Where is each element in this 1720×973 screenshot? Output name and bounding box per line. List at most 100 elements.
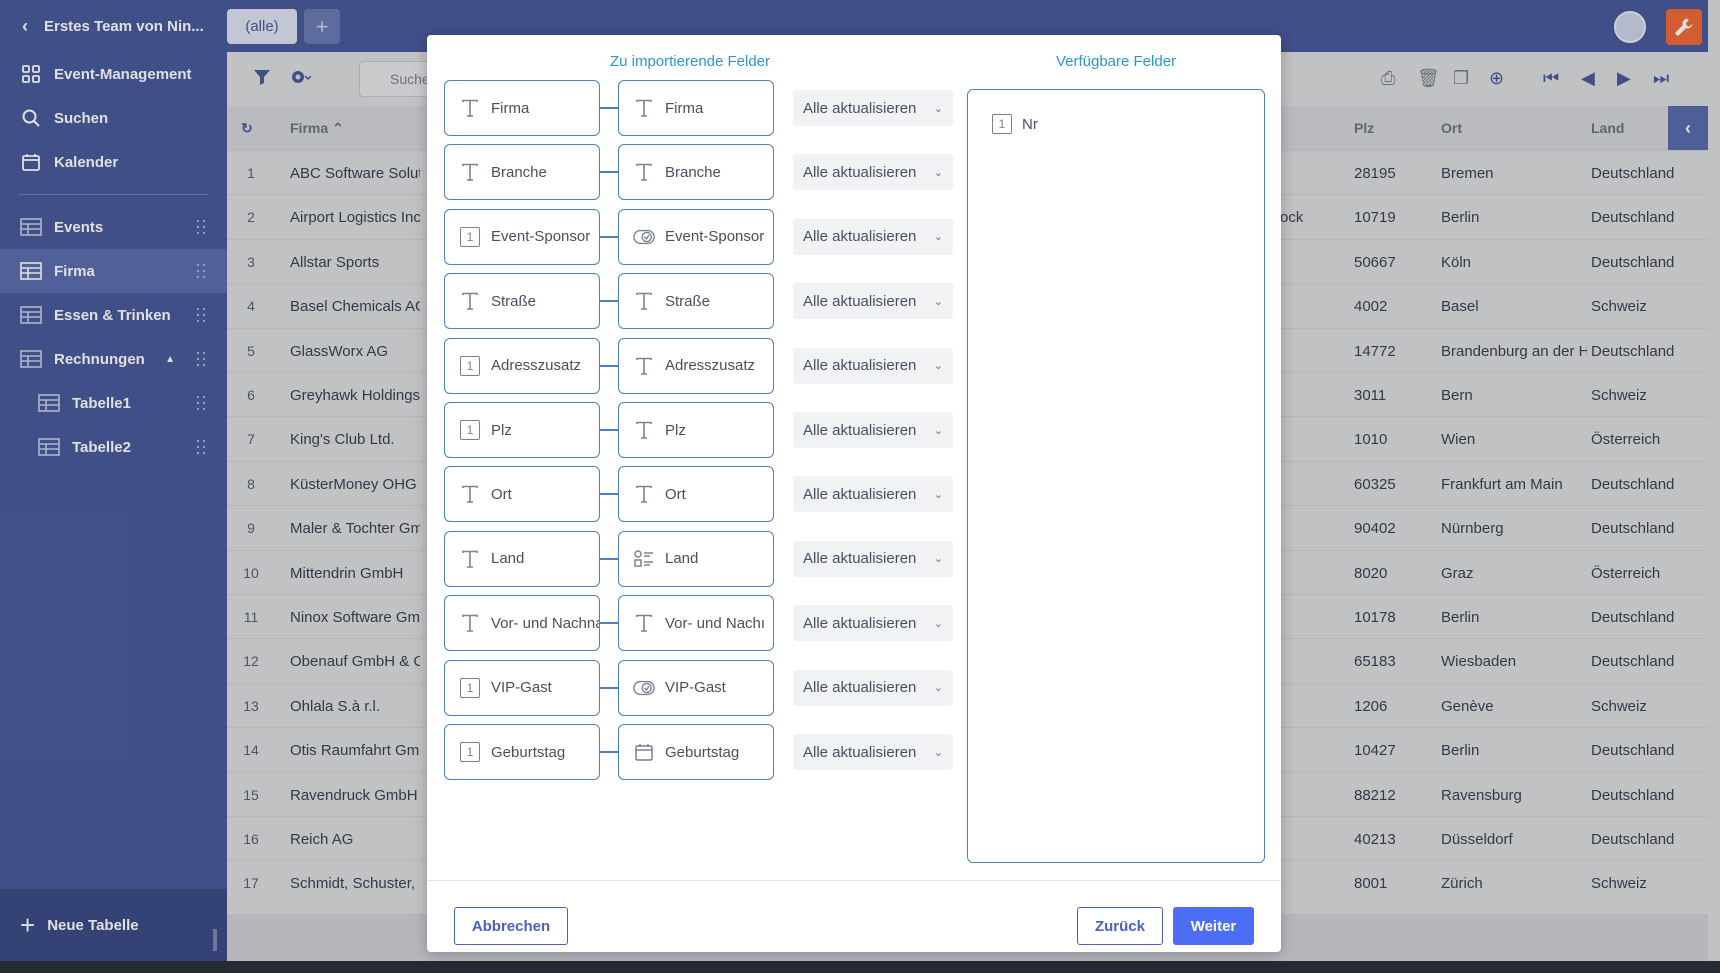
field-mapping-row: Branche Branche Alle aktualisieren ⌄ <box>444 144 964 201</box>
mapping-connector <box>600 235 618 238</box>
source-field-label: Plz <box>491 421 512 439</box>
source-field-label: Geburtstag <box>491 743 566 761</box>
target-field[interactable]: Land <box>618 530 774 587</box>
source-field-label: Event-Sponsor <box>491 228 591 246</box>
source-field[interactable]: Branche <box>444 144 600 201</box>
source-field[interactable]: Straße <box>444 273 600 330</box>
dialog-divider <box>427 880 1281 881</box>
source-field[interactable]: 1 VIP-Gast <box>444 659 600 716</box>
back-button[interactable]: Zurück <box>1077 907 1163 945</box>
chevron-down-icon: ⌄ <box>933 488 943 501</box>
field-mapping-row: 1 Geburtstag Geburtstag Alle aktualisieren ⌄ <box>444 724 964 780</box>
calendar-icon <box>633 741 655 763</box>
chevron-down-icon: ⌄ <box>933 424 943 437</box>
text-icon <box>633 355 655 377</box>
target-field-label: Adresszusatz <box>665 357 756 375</box>
source-field[interactable]: 1 Adresszusatz <box>444 337 600 394</box>
next-button[interactable]: Weiter <box>1173 907 1254 945</box>
number-icon: 1 <box>459 677 481 699</box>
target-field-label: Ort <box>665 485 686 503</box>
update-mode-select[interactable]: Alle aktualisieren ⌄ <box>793 90 953 126</box>
chevron-down-icon: ⌄ <box>933 231 943 244</box>
chevron-down-icon: ⌄ <box>933 553 943 566</box>
field-mapping-row: 1 Plz Plz Alle aktualisieren ⌄ <box>444 402 964 458</box>
target-field[interactable]: Branche <box>618 144 774 201</box>
mapping-connector <box>600 751 618 753</box>
toggle-icon <box>633 226 655 248</box>
update-mode-value: Alle aktualisieren <box>803 614 917 632</box>
update-mode-value: Alle aktualisieren <box>803 163 917 181</box>
update-mode-select[interactable]: Alle aktualisieren ⌄ <box>793 540 953 577</box>
mapping-connector <box>600 557 618 560</box>
import-fields-dialog: Zu importierende Felder Verfügbare Felde… <box>427 35 1281 952</box>
window-bottom-edge <box>0 961 1720 973</box>
chevron-down-icon: ⌄ <box>933 102 943 115</box>
target-field[interactable]: Plz <box>618 402 774 458</box>
update-mode-select[interactable]: Alle aktualisieren ⌄ <box>793 347 953 384</box>
source-field-label: Branche <box>491 163 547 181</box>
target-field-label: VIP-Gast <box>665 679 726 697</box>
number-icon: 1 <box>459 226 481 248</box>
update-mode-value: Alle aktualisieren <box>803 743 917 761</box>
source-field[interactable]: 1 Plz <box>444 402 600 458</box>
update-mode-value: Alle aktualisieren <box>803 421 917 439</box>
target-field[interactable]: Adresszusatz <box>618 337 774 394</box>
text-icon <box>633 483 655 505</box>
text-icon <box>633 419 655 441</box>
update-mode-value: Alle aktualisieren <box>803 679 917 697</box>
update-mode-value: Alle aktualisieren <box>803 550 917 568</box>
chevron-down-icon: ⌄ <box>933 360 943 373</box>
update-mode-value: Alle aktualisieren <box>803 228 917 246</box>
field-mapping-row: Vor- und Nachna Vor- und Nachı Alle aktual… <box>444 595 964 652</box>
source-field-label: VIP-Gast <box>491 679 552 697</box>
source-field[interactable]: Vor- und Nachna <box>444 595 600 652</box>
source-field-label: Vor- und Nachna <box>491 614 600 632</box>
text-icon <box>459 290 481 312</box>
available-field-item[interactable]: 1 Nr <box>992 114 1038 134</box>
target-field-label: Straße <box>665 292 711 310</box>
update-mode-select[interactable]: Alle aktualisieren ⌄ <box>793 476 953 513</box>
text-icon <box>633 290 655 312</box>
source-field-label: Land <box>491 550 525 568</box>
target-field[interactable]: Event-Sponsor <box>618 208 774 265</box>
number-icon: 1 <box>459 419 481 441</box>
source-field[interactable]: Land <box>444 530 600 587</box>
target-field[interactable]: Geburtstag <box>618 724 774 780</box>
update-mode-value: Alle aktualisieren <box>803 292 917 310</box>
target-field-label: Vor- und Nachı <box>665 614 766 632</box>
number-icon: 1 <box>992 114 1012 134</box>
mapping-connector <box>600 622 618 625</box>
source-field[interactable]: Firma <box>444 80 600 136</box>
update-mode-select[interactable]: Alle aktualisieren ⌄ <box>793 605 953 642</box>
text-icon <box>459 483 481 505</box>
field-mapping-row: Land Land Alle aktualisieren ⌄ <box>444 530 964 587</box>
update-mode-select[interactable]: Alle aktualisieren ⌄ <box>793 412 953 448</box>
mapping-connector <box>600 429 618 431</box>
available-field-label: Nr <box>1022 115 1038 133</box>
source-field[interactable]: 1 Geburtstag <box>444 724 600 780</box>
mapping-connector <box>600 300 618 303</box>
update-mode-select[interactable]: Alle aktualisieren ⌄ <box>793 154 953 191</box>
import-fields-title: Zu importierende Felder <box>609 53 771 70</box>
target-field[interactable]: VIP-Gast <box>618 659 774 716</box>
target-field[interactable]: Vor- und Nachı <box>618 595 774 652</box>
available-fields-list[interactable]: 1 Nr <box>967 89 1265 863</box>
update-mode-select[interactable]: Alle aktualisieren ⌄ <box>793 283 953 320</box>
text-icon <box>459 548 481 570</box>
cancel-button[interactable]: Abbrechen <box>454 907 568 945</box>
update-mode-select[interactable]: Alle aktualisieren ⌄ <box>793 218 953 255</box>
update-mode-select[interactable]: Alle aktualisieren ⌄ <box>793 669 953 706</box>
source-field[interactable]: Ort <box>444 466 600 523</box>
field-mapping-row: 1 Adresszusatz Adresszusatz Alle aktualisie… <box>444 337 964 394</box>
source-field[interactable]: 1 Event-Sponsor <box>444 208 600 265</box>
target-field[interactable]: Straße <box>618 273 774 330</box>
chevron-down-icon: ⌄ <box>933 617 943 630</box>
target-field[interactable]: Ort <box>618 466 774 523</box>
update-mode-select[interactable]: Alle aktualisieren ⌄ <box>793 734 953 770</box>
target-field-label: Geburtstag <box>665 743 740 761</box>
target-field-label: Firma <box>665 99 704 117</box>
target-field-label: Plz <box>665 421 686 439</box>
number-icon: 1 <box>459 741 481 763</box>
mapping-connector <box>600 171 618 174</box>
target-field[interactable]: Firma <box>618 80 774 136</box>
